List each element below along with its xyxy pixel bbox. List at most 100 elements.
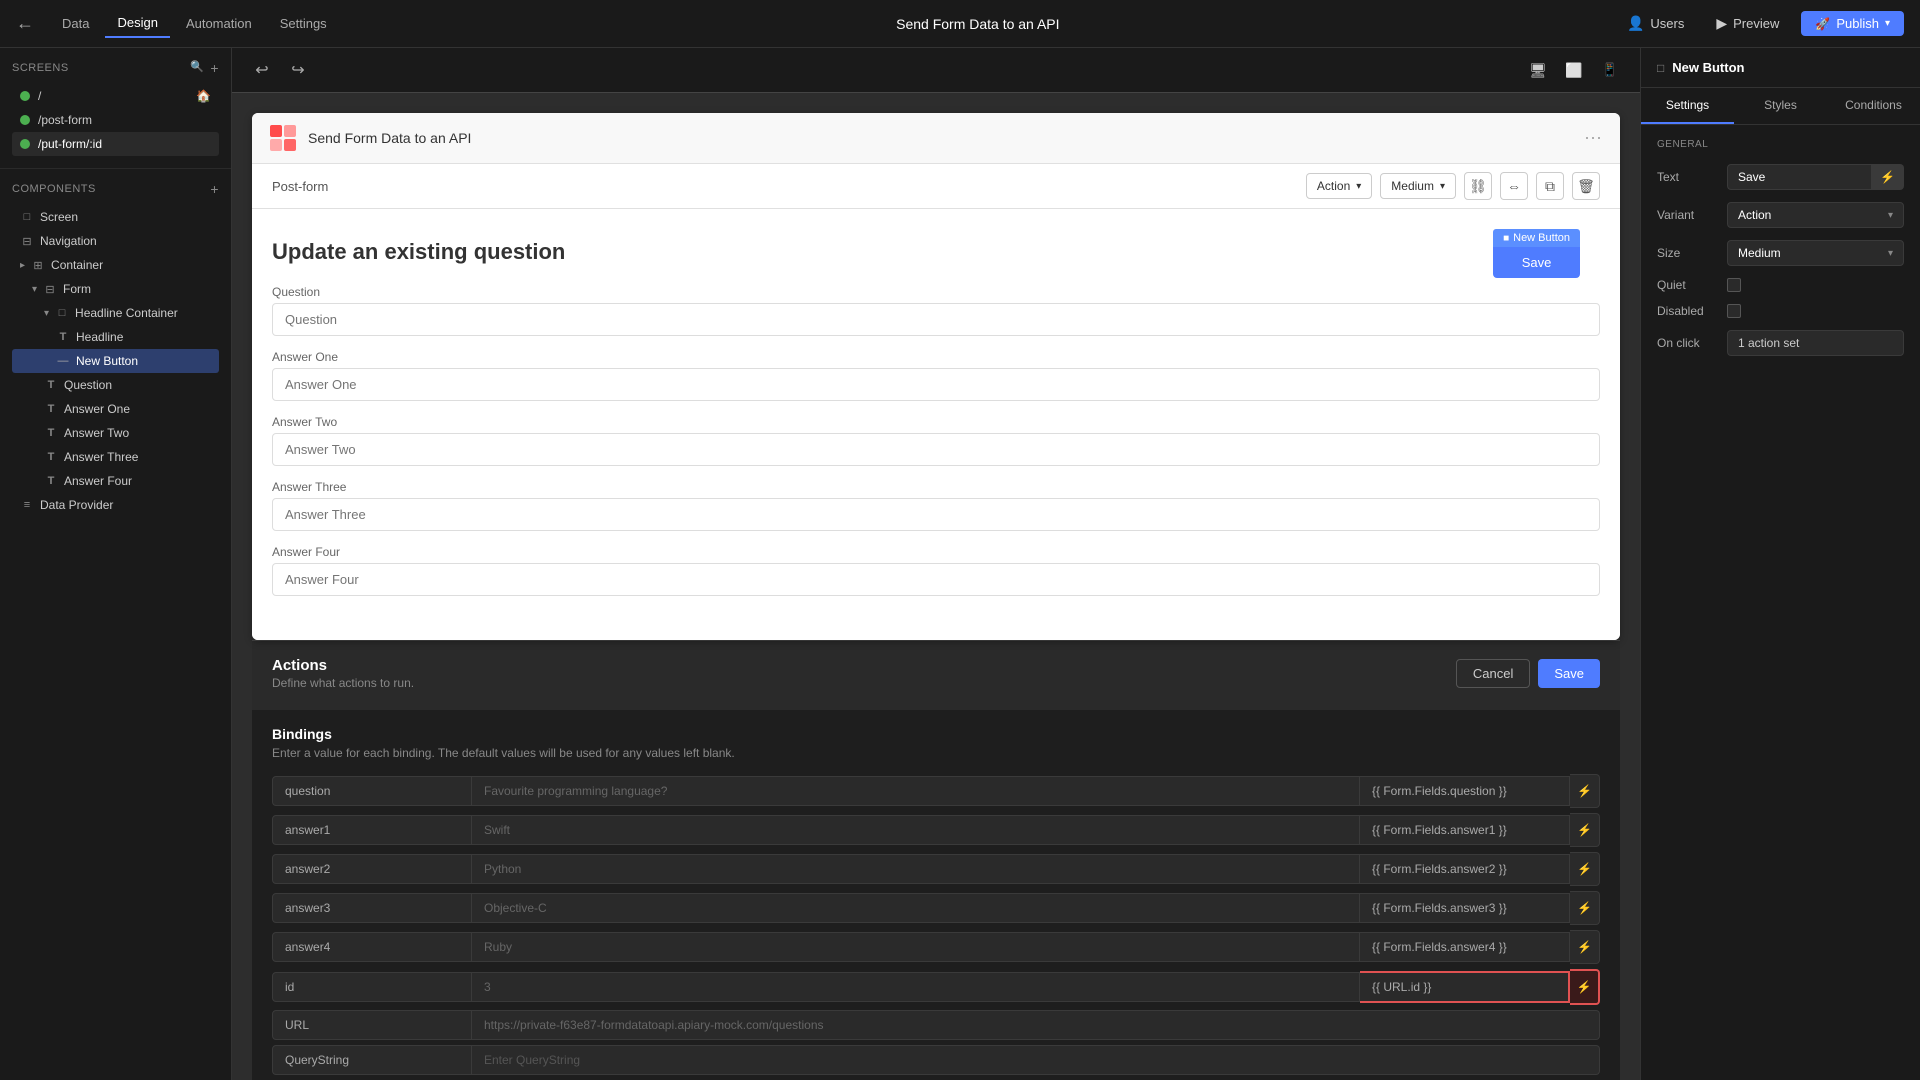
binding-bolt-icon-1[interactable]: ⚡	[1570, 813, 1600, 847]
desktop-view-icon[interactable]: 🖥	[1524, 56, 1552, 84]
publish-button[interactable]: 🚀 Publish ▾	[1801, 11, 1904, 36]
disabled-checkbox[interactable]	[1727, 304, 1741, 318]
cancel-button[interactable]: Cancel	[1456, 659, 1530, 688]
frame-dots-icon[interactable]: ⋯	[1584, 128, 1604, 149]
save-button-preview[interactable]: Save	[1493, 247, 1580, 278]
answer-two-input[interactable]	[272, 433, 1600, 466]
button-panel-icon: □	[1657, 61, 1664, 75]
users-icon: 👤	[1627, 15, 1644, 32]
answer-two-label: Answer Two	[272, 415, 1600, 429]
headline-icon: T	[56, 331, 70, 343]
tab-conditions-right[interactable]: Conditions	[1827, 88, 1920, 124]
question-icon: T	[44, 379, 58, 391]
size-dropdown[interactable]: Medium ▾	[1380, 173, 1456, 199]
answer-three-input[interactable]	[272, 498, 1600, 531]
navigation-comp-icon: ⊟	[20, 235, 34, 248]
binding-bolt-icon-id[interactable]: ⚡	[1570, 969, 1600, 1005]
binding-row-id: id 3 {{ URL.id }} ⚡	[272, 969, 1600, 1005]
component-answer-four[interactable]: T Answer Four	[12, 469, 219, 493]
binding-bolt-icon-4[interactable]: ⚡	[1570, 930, 1600, 964]
headline-container-expand-icon: ▾	[44, 308, 49, 319]
screen-item-put-form[interactable]: /put-form/:id	[12, 132, 219, 156]
redo-button[interactable]: ↪	[284, 56, 312, 84]
component-answer-three[interactable]: T Answer Three	[12, 445, 219, 469]
question-label: Question	[272, 285, 1600, 299]
answer-one-input[interactable]	[272, 368, 1600, 401]
preview-button[interactable]: ▶ Preview	[1706, 10, 1789, 37]
tab-data[interactable]: Data	[50, 10, 101, 37]
headline-container-icon: □	[55, 307, 69, 319]
save-actions-button[interactable]: Save	[1538, 659, 1600, 688]
binding-row-answer2: answer2 Python {{ Form.Fields.answer2 }}…	[272, 852, 1600, 886]
action-chevron-icon: ▾	[1356, 181, 1361, 192]
tab-design[interactable]: Design	[105, 9, 169, 38]
component-answer-one[interactable]: T Answer One	[12, 397, 219, 421]
variant-chevron-icon: ▾	[1888, 210, 1893, 221]
component-answer-two[interactable]: T Answer Two	[12, 421, 219, 445]
text-field-input[interactable]: Save	[1727, 164, 1872, 190]
on-click-label: On click	[1657, 336, 1727, 350]
add-component-icon[interactable]: +	[210, 181, 219, 197]
binding-bolt-icon-0[interactable]: ⚡	[1570, 774, 1600, 808]
tab-settings[interactable]: Settings	[268, 10, 339, 37]
tab-automation[interactable]: Automation	[174, 10, 264, 37]
add-screen-icon[interactable]: +	[210, 60, 219, 76]
page-title: Send Form Data to an API	[896, 16, 1059, 32]
answer-four-input[interactable]	[272, 563, 1600, 596]
url-row: URL https://private-f63e87-formdatatoapi…	[272, 1010, 1600, 1040]
search-icon[interactable]: 🔍	[190, 60, 204, 76]
data-provider-icon: ≡	[20, 499, 34, 511]
actions-subtitle: Define what actions to run.	[272, 676, 414, 690]
component-headline[interactable]: T Headline	[12, 325, 219, 349]
quiet-checkbox[interactable]	[1727, 278, 1741, 292]
container-comp-icon: ⊞	[31, 259, 45, 272]
component-form[interactable]: ▾ ⊟ Form	[12, 277, 219, 301]
binding-row-question: question Favourite programming language?…	[272, 774, 1600, 808]
link-icon[interactable]: ⛓	[1464, 172, 1492, 200]
binding-row-answer1: answer1 Swift {{ Form.Fields.answer1 }} …	[272, 813, 1600, 847]
back-button[interactable]: ←	[16, 13, 34, 34]
size-field-label: Size	[1657, 246, 1727, 260]
binding-bolt-icon-3[interactable]: ⚡	[1570, 891, 1600, 925]
tab-styles-right[interactable]: Styles	[1734, 88, 1827, 124]
publish-icon: 🚀	[1815, 17, 1830, 31]
component-headline-container[interactable]: ▾ □ Headline Container	[12, 301, 219, 325]
screen-item-root[interactable]: / 🏠	[12, 84, 219, 108]
component-navigation[interactable]: ⊟ Navigation	[12, 229, 219, 253]
variant-dropdown[interactable]: Action ▾	[1727, 202, 1904, 228]
screens-section-label: Screens	[12, 62, 69, 74]
component-data-provider[interactable]: ≡ Data Provider	[12, 493, 219, 517]
component-container[interactable]: ▸ ⊞ Container	[12, 253, 219, 277]
querystring-row: QueryString Enter QueryString	[272, 1045, 1600, 1075]
size-dropdown-right[interactable]: Medium ▾	[1727, 240, 1904, 266]
screen-item-post-form[interactable]: /post-form	[12, 108, 219, 132]
question-input[interactable]	[272, 303, 1600, 336]
users-button[interactable]: 👤 Users	[1617, 10, 1694, 37]
component-screen[interactable]: □ Screen	[12, 205, 219, 229]
text-bolt-icon[interactable]: ⚡	[1872, 164, 1904, 190]
container-expand-icon: ▸	[20, 260, 25, 271]
right-panel-title: New Button	[1672, 60, 1744, 75]
answer-three-label: Answer Three	[272, 480, 1600, 494]
action-dropdown[interactable]: Action ▾	[1306, 173, 1372, 199]
tablet-view-icon[interactable]: ⬜	[1560, 56, 1588, 84]
on-click-value[interactable]: 1 action set	[1727, 330, 1904, 356]
copy-icon[interactable]: ⧉	[1536, 172, 1564, 200]
component-new-button[interactable]: — New Button	[12, 349, 219, 373]
answer-one-label: Answer One	[272, 350, 1600, 364]
variant-field-label: Variant	[1657, 208, 1727, 222]
binding-bolt-icon-2[interactable]: ⚡	[1570, 852, 1600, 886]
form-expand-icon: ▾	[32, 284, 37, 295]
floating-button-icon: ■	[1503, 233, 1509, 244]
mobile-view-icon[interactable]: 📱	[1596, 56, 1624, 84]
actions-title: Actions	[272, 657, 414, 674]
undo-button[interactable]: ↩	[248, 56, 276, 84]
delete-icon[interactable]: 🗑	[1572, 172, 1600, 200]
answer-two-icon: T	[44, 427, 58, 439]
screen-comp-icon: □	[20, 211, 34, 223]
tab-settings-right[interactable]: Settings	[1641, 88, 1734, 124]
home-icon: 🏠	[196, 89, 211, 103]
breadcrumb: Post-form	[272, 179, 328, 194]
component-question[interactable]: T Question	[12, 373, 219, 397]
resize-icon[interactable]: ⇔	[1500, 172, 1528, 200]
